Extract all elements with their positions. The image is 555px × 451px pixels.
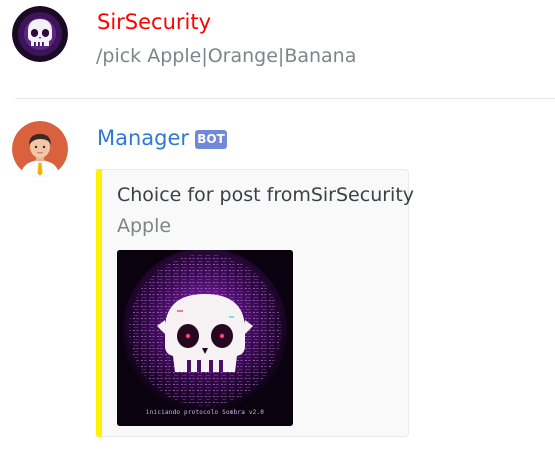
manager-avatar-icon[interactable]	[12, 121, 68, 177]
message-text: /pick Apple|Orange|Banana	[96, 45, 357, 67]
username-sirsecurity[interactable]: SirSecurity	[97, 9, 211, 35]
embed-accent-bar	[96, 169, 102, 437]
image-caption: iniciando protocolo Sombra v2.0	[145, 409, 265, 416]
bot-badge: BOT	[195, 130, 227, 149]
skull-avatar-icon[interactable]	[12, 6, 68, 62]
message-divider	[15, 98, 555, 99]
sombra-skull-image[interactable]: iniciando protocolo Sombra v2.0	[117, 250, 293, 426]
username-manager[interactable]: Manager	[97, 125, 189, 151]
embed-description: Apple	[117, 215, 172, 237]
embed-title: Choice for post fromSirSecurity	[117, 184, 415, 206]
